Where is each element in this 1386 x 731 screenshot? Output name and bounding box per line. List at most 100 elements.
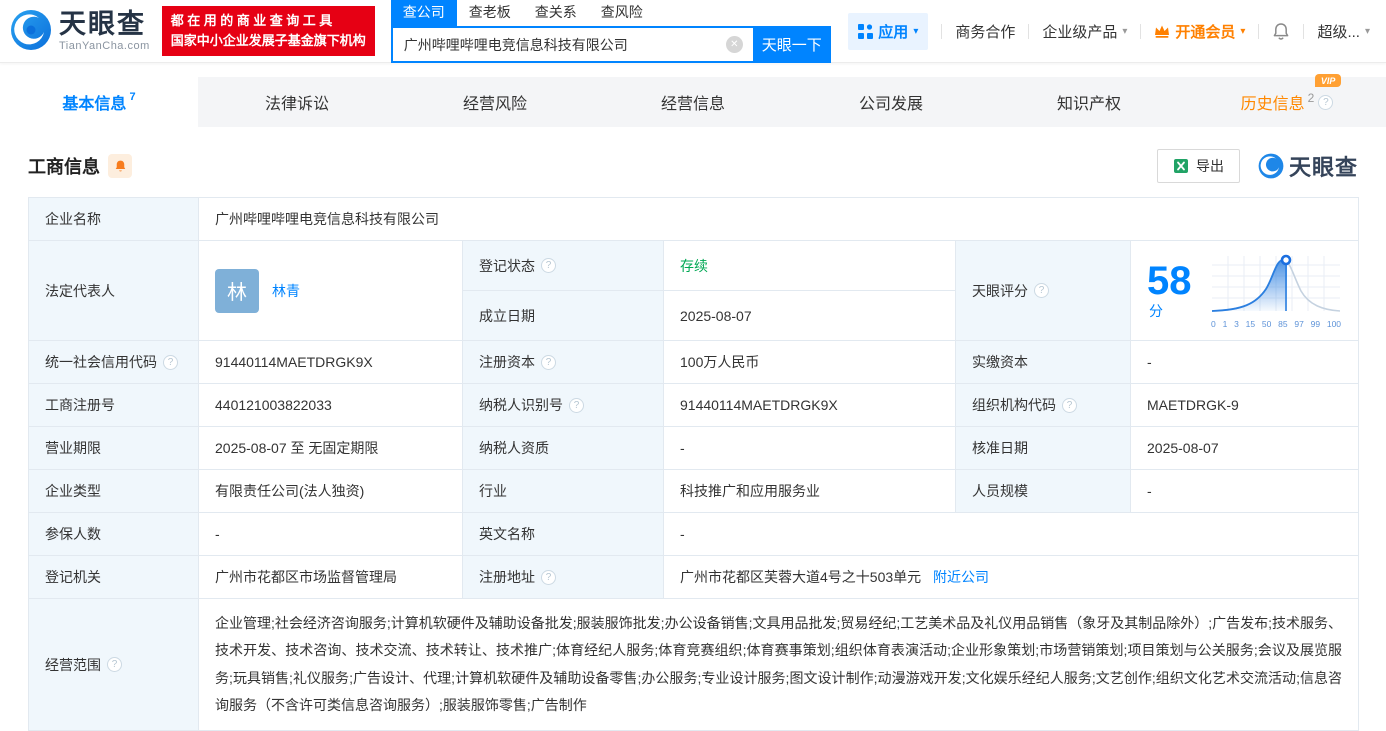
table-row: 法定代表人 林 林青 登记状态? 存续 天眼评分? 58分 0 1 3 15 5… <box>28 240 1360 341</box>
business-info-table: 企业名称 广州哔哩哔哩电竞信息科技有限公司 法定代表人 林 林青 登记状态? 存… <box>28 197 1360 731</box>
field-label: 行业 <box>462 469 664 513</box>
help-icon[interactable]: ? <box>569 397 584 413</box>
field-value-reg-address: 广州市花都区芙蓉大道4号之十503单元 附近公司 <box>662 555 1360 599</box>
field-value-paid-capital: - <box>1129 340 1360 384</box>
tab-history[interactable]: 历史信息 VIP 2 ? <box>1188 74 1386 127</box>
field-value-taxpayer-quality: - <box>663 426 956 470</box>
nav-enterprise-label: 企业级产品 <box>1042 23 1118 41</box>
field-label: 实缴资本 <box>955 340 1131 384</box>
search-tab-relation[interactable]: 查关系 <box>523 0 589 26</box>
field-value-reg-status: 存续 <box>663 240 956 291</box>
nav-cooperation[interactable]: 商务合作 <box>955 21 1015 42</box>
field-value-company-name: 广州哔哩哔哩电竞信息科技有限公司 <box>197 197 1360 241</box>
field-value-reg-capital: 100万人民币 <box>663 340 956 384</box>
bell-icon <box>1274 22 1289 40</box>
field-label: 企业类型 <box>28 469 199 513</box>
search-tab-risk[interactable]: 查风险 <box>589 0 655 26</box>
watermark-logo: 天眼查 <box>1258 150 1358 182</box>
field-label: 登记状态? <box>462 240 664 291</box>
export-label: 导出 <box>1195 158 1224 174</box>
notification-bell[interactable] <box>1272 22 1290 41</box>
nav-enterprise-products[interactable]: 企业级产品 ▾ <box>1042 21 1127 42</box>
vip-badge: VIP <box>1314 74 1342 87</box>
slogan-badge: 都在用的商业查询工具 国家中小企业发展子基金旗下机构 <box>161 5 375 57</box>
search-tab-company[interactable]: 查公司 <box>390 0 457 26</box>
legal-rep-link[interactable]: 林青 <box>272 281 300 301</box>
chevron-down-icon: ▾ <box>1364 25 1370 37</box>
clear-icon[interactable]: ✕ <box>725 36 743 53</box>
score-cell: 58分 0 1 3 15 50 85 97 99 100 <box>1129 240 1360 341</box>
table-row: 参保人数 - 英文名称 - <box>28 512 1360 556</box>
search-tab-boss[interactable]: 查老板 <box>457 0 523 26</box>
tab-history-count: 2 <box>1307 91 1315 105</box>
slogan-line1: 都在用的商业查询工具 <box>170 12 336 28</box>
tab-risk-label: 经营风险 <box>462 96 527 113</box>
nav-divider <box>1028 23 1030 39</box>
field-label: 营业期限 <box>28 426 199 470</box>
field-value-business-scope: 企业管理;社会经济咨询服务;计算机软硬件及辅助设备批发;服装服饰批发;办公设备销… <box>197 597 1360 731</box>
tab-ip[interactable]: 知识产权 <box>990 77 1188 127</box>
reg-address-text: 广州市花都区芙蓉大道4号之十503单元 <box>680 569 922 585</box>
field-value-company-type: 有限责任公司(法人独资) <box>198 469 463 513</box>
nav-cooperation-label: 商务合作 <box>955 23 1016 41</box>
tab-legal-label: 法律诉讼 <box>264 96 329 113</box>
field-value-org-code: MAETDRGK-9 <box>1129 383 1360 427</box>
score-distribution-chart: 0 1 3 15 50 85 97 99 100 <box>1210 252 1342 329</box>
help-icon[interactable]: ? <box>1062 397 1077 413</box>
table-row: 工商注册号 440121003822033 纳税人识别号? 91440114MA… <box>28 383 1360 427</box>
apps-grid-icon <box>858 23 874 39</box>
nav-divider <box>941 23 943 39</box>
tab-legal[interactable]: 法律诉讼 <box>198 77 396 127</box>
help-icon[interactable]: ? <box>1318 94 1334 110</box>
tab-development[interactable]: 公司发展 <box>792 77 990 127</box>
table-row: 经营范围? 企业管理;社会经济咨询服务;计算机软硬件及辅助设备批发;服装服饰批发… <box>28 597 1360 731</box>
monitor-bell-button[interactable] <box>108 154 132 178</box>
search-area: 查公司 查老板 查关系 查风险 ✕ 天眼一下 <box>390 0 831 63</box>
table-row: 统一社会信用代码? 91440114MAETDRGK9X 注册资本? 100万人… <box>28 340 1360 384</box>
nav-divider <box>1258 23 1260 39</box>
tab-operation[interactable]: 经营信息 <box>594 77 792 127</box>
watermark-text: 天眼查 <box>1288 155 1358 180</box>
table-row: 企业类型 有限责任公司(法人独资) 行业 科技推广和应用服务业 人员规模 - <box>28 469 1360 513</box>
table-row: 企业名称 广州哔哩哔哩电竞信息科技有限公司 <box>28 197 1360 241</box>
field-label: 核准日期 <box>955 426 1131 470</box>
crown-icon <box>1155 25 1170 38</box>
main-content: 工商信息 导出 天眼查 企业名称 广州哔哩哔哩电竞信息科技有限公司 法定代表人 … <box>0 149 1386 731</box>
bell-icon <box>115 160 125 172</box>
field-label: 英文名称 <box>462 512 664 556</box>
nearby-companies-link[interactable]: 附近公司 <box>933 569 989 585</box>
top-nav: 应用 ▾ 商务合作 企业级产品 ▾ 开通会员 ▾ 超级... ▾ <box>848 12 1370 50</box>
tab-development-label: 公司发展 <box>858 96 923 113</box>
nav-open-vip[interactable]: 开通会员 ▾ <box>1154 21 1245 42</box>
section-title: 工商信息 <box>28 157 100 177</box>
help-icon[interactable]: ? <box>541 354 556 370</box>
logo-icon <box>10 9 52 54</box>
tab-risk[interactable]: 经营风险 <box>396 77 594 127</box>
help-icon[interactable]: ? <box>541 569 556 585</box>
help-icon[interactable]: ? <box>541 258 556 273</box>
nav-divider <box>1303 23 1305 39</box>
search-button[interactable]: 天眼一下 <box>752 26 831 63</box>
score-axis-ticks: 0 1 3 15 50 85 97 99 100 <box>1211 319 1342 329</box>
legal-rep-avatar[interactable]: 林 <box>215 268 259 313</box>
tab-basic-info[interactable]: 基本信息 7 <box>0 77 198 127</box>
help-icon[interactable]: ? <box>107 657 122 673</box>
field-label: 纳税人识别号? <box>462 383 664 427</box>
tab-history-label: 历史信息 <box>1240 96 1305 113</box>
score-unit: 分 <box>1149 302 1163 319</box>
chevron-down-icon: ▾ <box>913 25 919 37</box>
field-value-insured-count: - <box>198 512 463 556</box>
field-value-taxpayer-id: 91440114MAETDRGK9X <box>663 383 956 427</box>
help-icon[interactable]: ? <box>163 354 178 370</box>
help-icon[interactable]: ? <box>1034 283 1049 298</box>
field-value-credit-code: 91440114MAETDRGK9X <box>198 340 463 384</box>
export-button[interactable]: 导出 <box>1156 149 1240 183</box>
page-tab-strip: 基本信息 7 法律诉讼 经营风险 经营信息 公司发展 知识产权 历史信息 VIP… <box>0 74 1386 127</box>
nav-apps[interactable]: 应用 ▾ <box>848 12 929 50</box>
chevron-down-icon: ▾ <box>1240 25 1246 37</box>
search-input[interactable] <box>390 26 753 63</box>
nav-super-vip[interactable]: 超级... ▾ <box>1317 21 1370 42</box>
field-label: 企业名称 <box>28 197 199 241</box>
tianyancha-logo[interactable]: 天眼查 TianYanCha.com <box>10 9 150 54</box>
field-value-english-name: - <box>662 512 1360 556</box>
